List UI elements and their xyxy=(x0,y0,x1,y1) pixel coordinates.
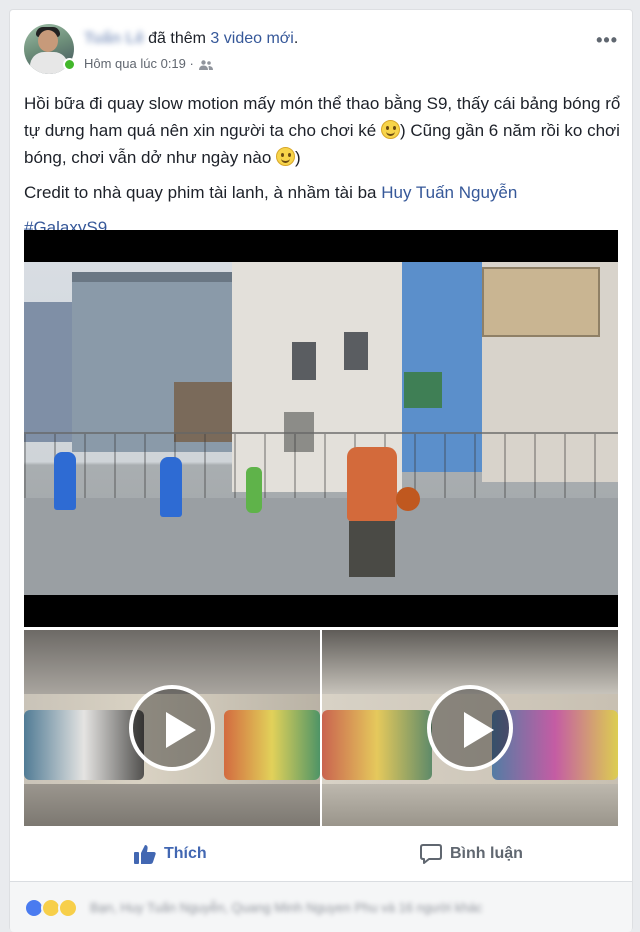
post-body: Hồi bữa đi quay slow motion mấy món thể … xyxy=(24,90,624,249)
more-options-icon[interactable]: ••• xyxy=(596,30,618,51)
comment-icon xyxy=(420,844,442,864)
reaction-icons[interactable] xyxy=(24,898,82,920)
post-header: Tuấn Lê đã thêm 3 video mới. Hôm qua lúc … xyxy=(24,24,618,80)
play-icon[interactable] xyxy=(427,685,513,771)
friends-icon[interactable] xyxy=(199,59,214,70)
reactions-bar: Bạn, Huy Tuấn Nguyễn, Quang Minh Nguyen … xyxy=(10,882,632,932)
comment-button[interactable]: Bình luận xyxy=(420,838,523,870)
action-suffix: . xyxy=(293,30,299,47)
action-prefix: đã thêm xyxy=(148,30,206,47)
thumbs-up-icon xyxy=(134,845,156,864)
smiley-emoji-icon xyxy=(276,147,296,166)
post-meta: Hôm qua lúc 0:19 · xyxy=(84,56,214,71)
tagged-person-link[interactable]: Huy Tuấn Nguyễn xyxy=(381,183,517,202)
timestamp-link[interactable]: Hôm qua lúc 0:19 · xyxy=(84,56,194,71)
new-videos-link[interactable]: 3 video mới xyxy=(210,30,293,47)
like-button[interactable]: Thích xyxy=(134,838,207,870)
post-paragraph-1: Hồi bữa đi quay slow motion mấy món thể … xyxy=(24,90,624,171)
post-actions: Thích Bình luận xyxy=(24,832,618,876)
post-title-line: Tuấn Lê đã thêm 3 video mới. xyxy=(84,30,298,48)
wow-icon xyxy=(58,898,78,918)
paragraph-1-part-c: ) xyxy=(295,148,301,167)
video-main[interactable] xyxy=(24,230,618,627)
author-name[interactable]: Tuấn Lê xyxy=(84,30,144,48)
video-thumbnail-2[interactable] xyxy=(322,630,618,826)
online-status-icon xyxy=(63,58,76,71)
reactions-summary[interactable]: Bạn, Huy Tuấn Nguyễn, Quang Minh Nguyen … xyxy=(90,900,482,915)
paragraph-2-text: Credit to nhà quay phim tài lanh, à nhầm… xyxy=(24,183,382,202)
video-main-frame xyxy=(24,262,618,595)
comment-label: Bình luận xyxy=(450,845,523,862)
like-label: Thích xyxy=(164,845,207,862)
post-paragraph-2: Credit to nhà quay phim tài lanh, à nhầm… xyxy=(24,179,624,206)
smiley-emoji-icon xyxy=(380,120,400,139)
video-thumbnail-1[interactable] xyxy=(24,630,320,826)
play-icon[interactable] xyxy=(129,685,215,771)
post-card: Tuấn Lê đã thêm 3 video mới. Hôm qua lúc … xyxy=(9,9,633,932)
